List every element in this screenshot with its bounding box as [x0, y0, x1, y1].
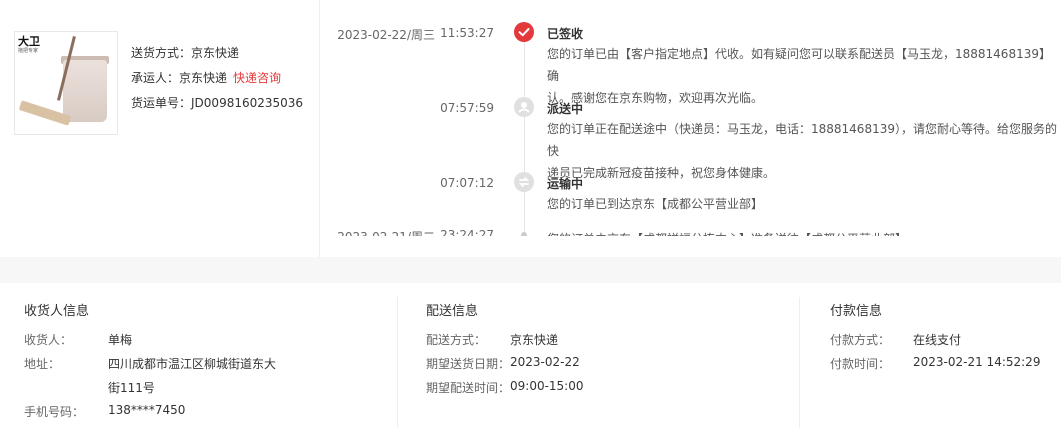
section-gap: [0, 257, 1061, 283]
recipient-heading: 收货人信息: [24, 304, 90, 319]
waybill-number: JD0098160235036: [191, 96, 304, 110]
event-description-line: 您的订单已由【客户指定地点】代收。如有疑问您可以联系配送员【马玉龙，188814…: [547, 47, 1051, 83]
shipping-heading: 配送信息: [426, 304, 479, 319]
timeline-line: [524, 40, 525, 236]
timeline-dot-icon: [521, 232, 527, 236]
event-status: 派送中: [547, 102, 584, 116]
expected-date-value: 2023-02-22: [510, 355, 580, 369]
mop-bucket-image: [63, 60, 107, 122]
delivery-method-value: 京东快递: [191, 46, 240, 60]
recipient-info-section: 收货人信息 收货人： 单梅 地址： 四川成都市温江区柳城街道东大 街111号 手…: [24, 283, 394, 428]
event-description-line: 您的订单由京东【成都祥福分拣中心】准备送往【成都公平营业部】: [547, 228, 1057, 236]
event-time: 07:57:59: [440, 101, 494, 115]
payment-info-section: 付款信息 付款方式： 在线支付 付款时间： 2023-02-21 14:52:2…: [830, 283, 1061, 428]
event-status: 已签收: [547, 27, 584, 41]
recipient-address-line2: 街111号: [108, 381, 155, 395]
check-icon: [514, 22, 534, 42]
waybill-label: 货运单号：: [131, 96, 192, 110]
expected-time-value: 09:00-15:00: [510, 379, 584, 393]
courier-icon: [514, 97, 534, 117]
transit-icon: [514, 172, 534, 192]
event-description-line: 您的订单已到达京东【成都公平营业部】: [547, 197, 764, 211]
event-description: 您的订单已到达京东【成都公平营业部】: [547, 193, 1057, 215]
recipient-address-line1: 四川成都市温江区柳城街道东大: [108, 357, 277, 371]
event-description: 您的订单正在配送途中（快递员：马玉龙，电话：18881468139），请您耐心等…: [547, 118, 1057, 184]
shipment-summary: 送货方式：京东快递 承运人：京东快递 快递咨询 货运单号：JD0098160235…: [131, 46, 303, 121]
event-description-line: 递员已完成新冠疫苗接种，祝您身体健康。: [547, 166, 776, 180]
payment-time-value: 2023-02-21 14:52:29: [913, 355, 1041, 369]
order-tracking-panel: 大卫 拖把专家 送货方式：京东快递 承运人：京东快递 快递咨询 货运单号：JD00…: [0, 0, 1061, 257]
column-divider: [799, 297, 800, 428]
carrier-value: 京东快递: [179, 71, 228, 85]
carrier-label: 承运人：: [131, 71, 180, 85]
recipient-name-value: 单梅: [108, 333, 133, 347]
event-description: 您的订单已由【客户指定地点】代收。如有疑问您可以联系配送员【马玉龙，188814…: [547, 43, 1057, 109]
tracking-timeline[interactable]: 2023-02-22/周三 11:53:27 已签收 您的订单已由【客户指定地点…: [320, 0, 1061, 236]
shipping-method-value: 京东快递: [510, 333, 559, 347]
event-description: 您的订单由京东【成都祥福分拣中心】准备送往【成都公平营业部】: [547, 228, 1057, 236]
express-inquiry-link[interactable]: 快递咨询: [233, 71, 281, 85]
thumbnail-brand-text: 大卫: [18, 35, 40, 48]
event-description-line: 认。感谢您在京东购物，欢迎再次光临。: [547, 91, 764, 105]
delivery-method-label: 送货方式：: [131, 46, 192, 60]
delivery-method-row: 送货方式：京东快递: [131, 46, 303, 71]
product-thumbnail[interactable]: 大卫 拖把专家: [14, 31, 118, 135]
payment-heading: 付款信息: [830, 304, 883, 319]
carrier-row: 承运人：京东快递 快递咨询: [131, 71, 303, 96]
event-time: 23:24:27: [440, 228, 494, 236]
shipping-info-section: 配送信息 配送方式： 京东快递 期望送货日期： 2023-02-22 期望配送时…: [426, 283, 796, 428]
event-time: 11:53:27: [440, 26, 494, 40]
recipient-phone-value: 138****7450: [108, 403, 186, 417]
event-date: 2023-02-21/周二: [325, 228, 435, 236]
event-status: 运输中: [547, 177, 584, 191]
event-time: 07:07:12: [440, 176, 494, 190]
thumbnail-sub-text: 拖把专家: [18, 48, 39, 54]
event-date: 2023-02-22/周三: [337, 28, 435, 42]
waybill-row: 货运单号：JD0098160235036: [131, 96, 303, 121]
payment-method-value: 在线支付: [913, 333, 962, 347]
event-description-line: 您的订单正在配送途中（快递员：马玉龙，电话：18881468139），请您耐心等…: [547, 122, 1057, 158]
column-divider: [397, 297, 398, 428]
